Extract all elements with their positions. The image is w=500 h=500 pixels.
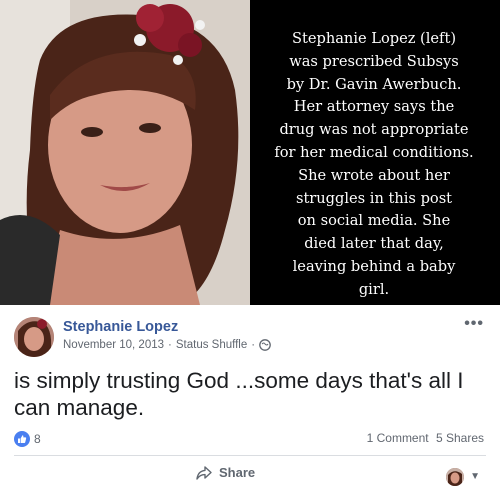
shares-count[interactable]: 5 Shares: [436, 431, 484, 445]
news-image: Stephanie Lopez (left) was prescribed Su…: [0, 0, 500, 305]
globe-icon: [259, 339, 271, 351]
post-app[interactable]: Status Shuffle: [176, 339, 247, 351]
like-icon: [14, 431, 30, 447]
news-caption: Stephanie Lopez (left) was prescribed Su…: [274, 30, 474, 298]
likes-count: 8: [34, 432, 41, 446]
post-stats: 1 Comment 5 Shares: [367, 431, 484, 445]
caret-down-icon[interactable]: ▼: [470, 471, 480, 482]
action-divider: [14, 455, 486, 456]
profile-photo: [0, 0, 250, 305]
share-button[interactable]: Share: [196, 465, 255, 480]
viewer-avatar[interactable]: [446, 468, 464, 486]
meta-separator-2: ·: [251, 339, 256, 351]
post-meta: November 10, 2013 · Status Shuffle ·: [63, 339, 271, 351]
share-label: Share: [219, 465, 256, 480]
comments-count[interactable]: 1 Comment: [367, 431, 429, 445]
post-text: is simply trusting God ...some days that…: [14, 368, 464, 420]
meta-separator: ·: [168, 339, 172, 351]
more-options-icon[interactable]: •••: [464, 315, 484, 333]
share-arrow-icon: [196, 465, 212, 480]
post-date[interactable]: November 10, 2013: [63, 339, 164, 351]
reaction-summary[interactable]: 8: [14, 431, 41, 447]
facebook-post-card: Stephanie Lopez November 10, 2013 · Stat…: [0, 305, 500, 500]
author-name[interactable]: Stephanie Lopez: [63, 319, 178, 335]
author-avatar[interactable]: [14, 317, 54, 357]
